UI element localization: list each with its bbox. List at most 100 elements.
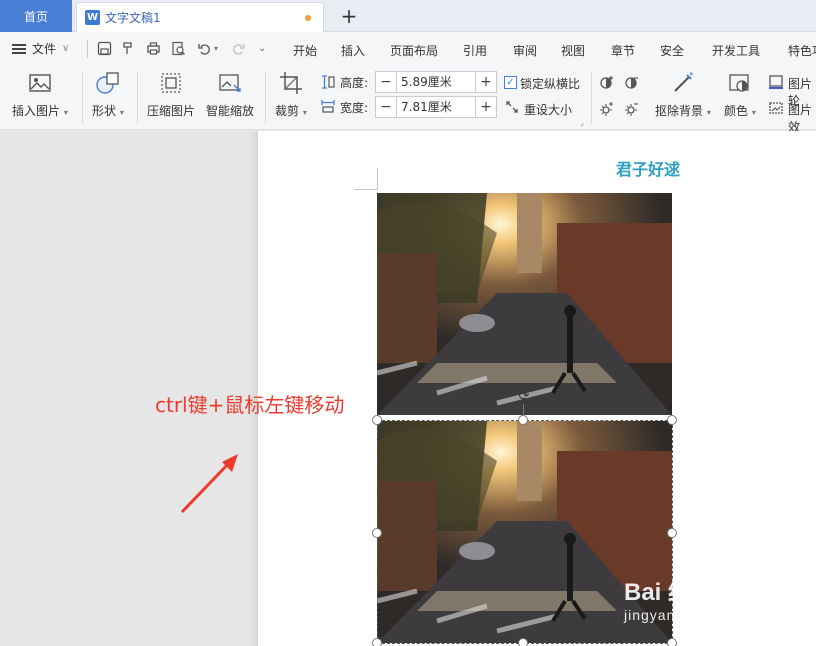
menu-item-insert[interactable]: 插入 [341,42,365,59]
watermark-logo-text: Bai 经验 [624,579,717,606]
margin-mark [377,168,378,190]
remove-background-button[interactable]: 抠除背景 ▾ [655,70,711,119]
menu-item-security[interactable]: 安全 [660,42,684,59]
width-label: 宽度: [340,101,369,115]
remove-background-label: 抠除背景 [655,104,704,118]
resize-handle-bottom-right[interactable] [667,638,677,646]
width-input[interactable]: 7.81厘米 [396,97,476,117]
divider [87,40,88,58]
resize-handle-right[interactable] [667,528,677,538]
picture-effect-icon[interactable] [768,100,784,116]
menu-item-start[interactable]: 开始 [293,42,317,59]
increase-brightness-icon[interactable] [599,101,615,117]
smart-zoom-label: 智能缩放 [206,104,255,118]
reset-size-label[interactable]: 重设大小 [524,101,572,118]
divider [265,72,266,124]
tab-document[interactable]: W 文字文稿1 [76,2,324,32]
tab-bar: 首页 W 文字文稿1 + [0,0,816,32]
picture-effect-label[interactable]: 图片效 [788,101,816,135]
undo-icon[interactable] [197,41,212,56]
width-icon [321,100,335,113]
customize-toolbar-icon[interactable]: ⌄ [258,43,266,54]
width-decrease-button[interactable]: − [376,97,396,117]
resize-handle-bottom[interactable] [518,638,528,646]
increase-contrast-icon[interactable] [599,74,615,90]
unsaved-dot-icon [305,15,311,21]
picture-outline-icon[interactable] [768,74,784,90]
lock-aspect-ratio-checkbox[interactable]: ✓ [504,76,517,89]
undo-dropdown-icon[interactable]: ▾ [214,44,218,53]
shape-icon [96,72,119,94]
shape-label: 形状 [92,104,117,118]
size-dialog-launcher-icon[interactable]: ⌟ [580,118,584,127]
height-increase-button[interactable]: + [476,72,496,92]
print-icon[interactable] [146,41,161,56]
width-increase-button[interactable]: + [476,97,496,117]
crop-button[interactable]: 裁剪 ▾ [275,70,307,119]
print-preview-icon[interactable] [171,41,186,56]
resize-handle-top-left[interactable] [372,415,382,425]
baidu-watermark: Bai 经验 jingyan.baidu.com [624,572,754,623]
decrease-contrast-icon[interactable] [624,74,640,90]
compress-picture-label: 压缩图片 [147,104,196,118]
smart-zoom-icon [219,74,241,92]
new-tab-plus-icon[interactable]: + [338,4,360,28]
height-icon [322,75,335,89]
decrease-brightness-icon[interactable] [624,101,640,117]
menu-item-developer[interactable]: 开发工具 [712,42,760,59]
magic-wand-icon [674,72,693,92]
menu-item-references[interactable]: 引用 [463,42,487,59]
lock-aspect-ratio-label: 锁定纵横比 [520,77,581,91]
street-photo-original[interactable] [377,193,672,415]
divider [137,72,138,124]
resize-handle-bottom-left[interactable] [372,638,382,646]
color-button[interactable]: 颜色 ▾ [724,70,756,119]
picture-color-icon [729,74,749,92]
watermark-url: jingyan.baidu.com [624,607,754,623]
writer-doc-icon: W [85,10,100,25]
picture-tools-ribbon: 插入图片 ▾ 形状 ▾ 压缩图片 智能缩放 裁剪 ▾ 高度: − 5.89厘米 … [0,66,816,134]
document-heading[interactable]: 君子好逑 [616,156,680,180]
color-label: 颜色 [724,104,749,118]
width-stepper[interactable]: − 7.81厘米 + [375,96,497,118]
margin-mark [354,189,377,190]
resize-handle-top[interactable] [518,415,528,425]
save-icon[interactable] [97,41,112,56]
chevron-down-icon: ∨ [62,43,70,54]
divider [591,72,592,124]
compress-picture-icon [161,73,181,93]
tab-document-title: 文字文稿1 [105,11,161,25]
street-scene-image [377,193,672,415]
menu-item-review[interactable]: 审阅 [513,42,537,59]
insert-picture-label: 插入图片 [12,104,61,118]
red-arrow-icon [180,454,238,514]
menu-bar: 文件 ∨ ▾ ⌄ 开始 插入 页面布局 引用 审阅 视图 章节 安全 开发工具 … [0,32,816,66]
menu-item-featured[interactable]: 特色功 [788,42,816,59]
divider [82,72,83,124]
hamburger-icon [12,43,26,54]
crop-label: 裁剪 [275,104,300,118]
resize-handle-left[interactable] [372,528,382,538]
height-input[interactable]: 5.89厘米 [396,72,476,92]
format-painter-icon[interactable] [121,41,136,56]
height-decrease-button[interactable]: − [376,72,396,92]
smart-zoom-button[interactable]: 智能缩放 [206,70,254,119]
resize-handle-top-right[interactable] [667,415,677,425]
tab-home[interactable]: 首页 [0,0,72,32]
rotate-handle-icon[interactable]: ⟳ [517,389,531,404]
menu-item-view[interactable]: 视图 [561,42,585,59]
file-menu-label: 文件 [32,42,57,56]
redo-icon[interactable] [231,41,246,56]
menu-item-page-layout[interactable]: 页面布局 [390,42,438,59]
menu-item-chapter[interactable]: 章节 [611,42,635,59]
compress-picture-button[interactable]: 压缩图片 [147,70,195,119]
height-label: 高度: [340,76,369,90]
reset-size-icon[interactable] [504,99,520,115]
crop-icon [279,72,302,94]
insert-picture-button[interactable]: 插入图片 ▾ [12,70,68,119]
picture-icon [29,74,51,92]
shape-button[interactable]: 形状 ▾ [92,70,124,119]
height-stepper[interactable]: − 5.89厘米 + [375,71,497,93]
file-menu[interactable]: 文件 ∨ [12,40,69,57]
instruction-annotation: ctrl键+鼠标左键移动 [155,393,345,417]
